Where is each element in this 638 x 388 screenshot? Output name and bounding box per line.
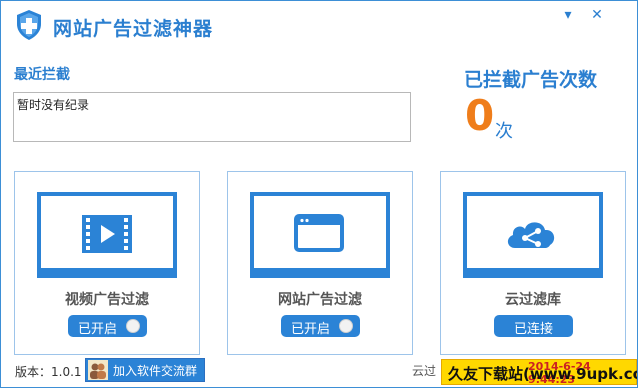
shield-cross-icon xyxy=(17,10,41,40)
recent-empty-text: 暂时没有纪录 xyxy=(17,98,90,112)
card-website-filter: 网站广告过滤 已开启 xyxy=(227,171,413,355)
close-icon[interactable]: ✕ xyxy=(589,7,605,23)
blocked-count-title: 已拦截广告次数 xyxy=(464,69,598,91)
card-cloud-label: 云过滤库 xyxy=(505,292,561,308)
app-window: 网站广告过滤神器 ▾ ✕ 最近拦截 暂时没有纪录 已拦截广告次数 0 次 视频广… xyxy=(0,0,638,388)
join-group-button[interactable]: 加入软件交流群 xyxy=(85,358,205,382)
cloud-status-text: 云过 xyxy=(412,364,437,378)
app-title: 网站广告过滤神器 xyxy=(53,18,214,40)
video-tv-icon xyxy=(37,192,177,278)
blocked-count-value: 0 xyxy=(465,91,495,140)
card-cloud-filter: 云过滤库 已连接 xyxy=(440,171,626,355)
video-filter-toggle[interactable]: 已开启 xyxy=(68,315,147,337)
card-video-filter: 视频广告过滤 已开启 xyxy=(14,171,200,355)
browser-tv-icon xyxy=(250,192,390,278)
toggle-label: 已开启 xyxy=(78,322,118,337)
watermark-text: 久友下载站(www.9upk.com) xyxy=(448,365,637,383)
website-filter-toggle[interactable]: 已开启 xyxy=(281,315,360,337)
card-video-label: 视频广告过滤 xyxy=(65,292,149,308)
recent-blocked-list[interactable]: 暂时没有纪录 xyxy=(13,92,411,142)
blocked-count-unit: 次 xyxy=(495,121,513,142)
recent-blocked-title: 最近拦截 xyxy=(14,67,70,83)
title-bar: 网站广告过滤神器 ▾ ✕ xyxy=(1,1,637,51)
watermark-banner: 2014-6-24 9:44:23 久友下载站(www.9upk.com) xyxy=(441,359,637,386)
version-text: 版本：1.0.1 xyxy=(15,365,82,379)
join-group-label: 加入软件交流群 xyxy=(113,364,198,378)
toggle-label: 已开启 xyxy=(291,322,331,337)
cloud-share-tv-icon xyxy=(463,192,603,278)
card-website-label: 网站广告过滤 xyxy=(278,292,362,308)
menu-dropdown-icon[interactable]: ▾ xyxy=(560,7,576,23)
button-label: 已连接 xyxy=(513,322,553,337)
toggle-knob xyxy=(126,319,140,333)
cloud-connected-button[interactable]: 已连接 xyxy=(494,315,573,337)
toggle-knob xyxy=(339,319,353,333)
group-users-icon xyxy=(88,360,108,380)
